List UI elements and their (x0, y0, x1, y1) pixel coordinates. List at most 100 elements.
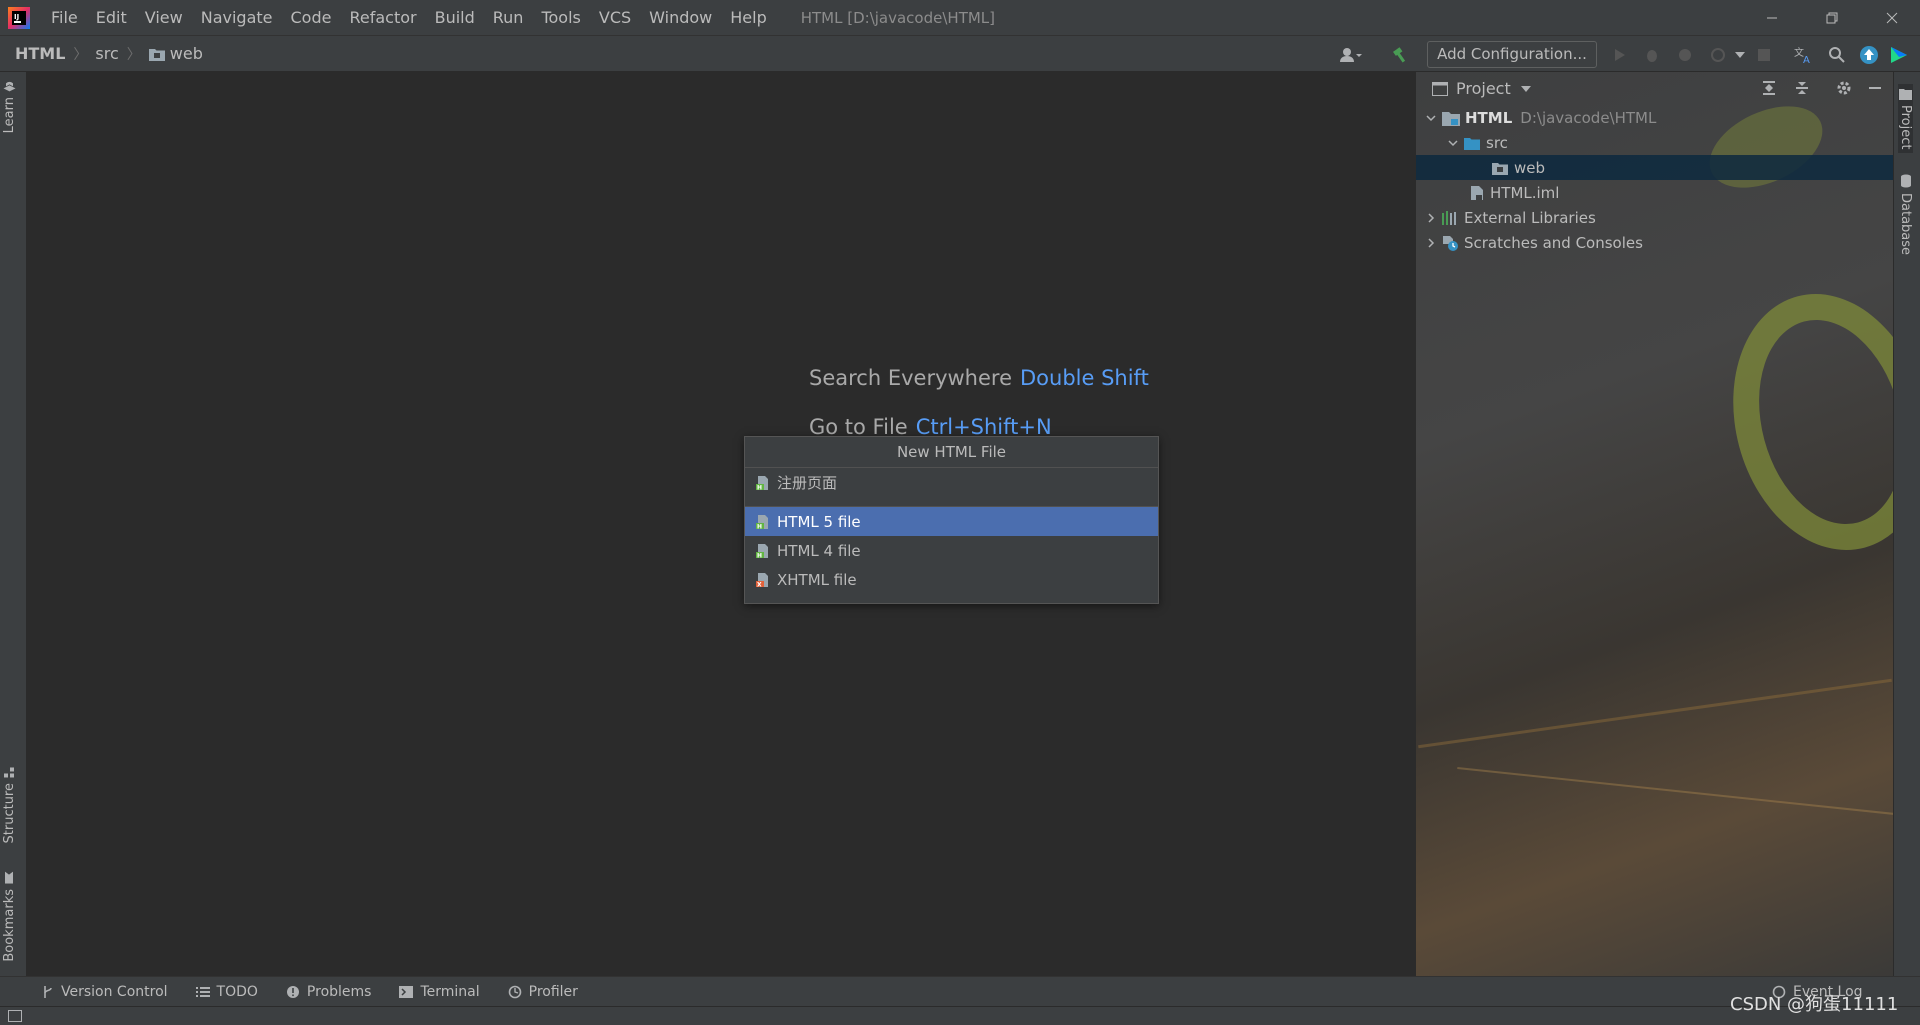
version-control-tab[interactable]: Version Control (42, 984, 168, 1000)
breadcrumb-separator-icon: 〉 (73, 46, 88, 63)
breadcrumb-separator-icon: 〉 (126, 46, 141, 63)
popup-recent-label: 注册页面 (777, 474, 838, 492)
todo-tab[interactable]: TODO (195, 984, 258, 1000)
project-tab-label: Project (1898, 105, 1913, 150)
stop-icon[interactable] (1753, 44, 1775, 66)
jetbrains-toolbox-icon[interactable] (1888, 44, 1910, 66)
menu-tools[interactable]: Tools (532, 0, 589, 35)
structure-tab-label: Structure (2, 783, 17, 844)
toggle-tool-windows-icon[interactable] (8, 1010, 22, 1022)
watermark-text: CSDN @狗蛋11111 (1730, 994, 1899, 1015)
problems-tab[interactable]: Problems (286, 984, 371, 1000)
restore-button[interactable] (1808, 0, 1856, 35)
svg-text:H: H (757, 484, 762, 491)
terminal-tab[interactable]: Terminal (399, 984, 480, 1000)
tree-item-src[interactable]: src (1416, 130, 1893, 155)
background-artwork (1418, 678, 1892, 749)
profile-icon[interactable] (1707, 44, 1729, 66)
menu-navigate[interactable]: Navigate (192, 0, 282, 35)
tree-item-label: Scratches and Consoles (1464, 233, 1643, 252)
branch-icon (42, 985, 54, 999)
module-folder-icon (1442, 110, 1460, 126)
menu-help[interactable]: Help (721, 0, 775, 35)
gear-icon[interactable] (1836, 80, 1852, 96)
profiler-icon (508, 985, 522, 999)
project-view-selector[interactable]: Project (1456, 79, 1511, 98)
hide-panel-icon[interactable] (1868, 80, 1882, 96)
html4-file-icon: H (755, 543, 771, 559)
structure-icon (4, 766, 16, 778)
tab-label: Profiler (528, 983, 578, 1000)
learn-tab-label: Learn (2, 97, 17, 134)
popup-recent-item[interactable]: H 注册页面 (745, 468, 1158, 497)
breadcrumb-src[interactable]: src (95, 44, 118, 63)
more-run-chevron-down-icon[interactable] (1729, 44, 1751, 66)
close-button[interactable] (1868, 0, 1916, 35)
menu-view[interactable]: View (136, 0, 192, 35)
tree-item-label: web (1514, 158, 1546, 177)
popup-item-xhtml[interactable]: X XHTML file (745, 565, 1158, 594)
add-configuration-button[interactable]: Add Configuration... (1427, 41, 1597, 68)
menu-vcs[interactable]: VCS (590, 0, 640, 35)
popup-item-html5[interactable]: H HTML 5 file (745, 507, 1158, 536)
breadcrumb: HTML 〉 src 〉 web (15, 44, 203, 64)
tree-item-external-libraries[interactable]: External Libraries (1416, 205, 1893, 230)
chevron-down-icon[interactable] (1424, 111, 1438, 125)
popup-separator (745, 497, 1158, 507)
menu-code[interactable]: Code (282, 0, 341, 35)
background-artwork (1457, 767, 1893, 819)
collapse-all-icon[interactable] (1794, 80, 1810, 96)
list-icon (195, 986, 210, 998)
coverage-icon[interactable] (1674, 44, 1696, 66)
bottom-tool-window-bar: Version Control TODO Problems Terminal P… (0, 976, 1920, 1006)
chevron-down-icon[interactable] (1446, 136, 1460, 150)
chevron-right-icon[interactable] (1424, 211, 1438, 225)
tree-item-scratches[interactable]: Scratches and Consoles (1416, 230, 1893, 255)
build-hammer-icon[interactable] (1390, 44, 1412, 66)
project-view-chevron-down-icon[interactable] (1520, 85, 1531, 93)
scratches-icon (1442, 235, 1458, 251)
database-tab[interactable]: Database (1898, 174, 1913, 255)
translate-icon[interactable]: 文A (1793, 44, 1815, 66)
popup-item-label: XHTML file (777, 570, 857, 589)
project-tab[interactable]: Project (1898, 84, 1913, 154)
tree-item-label: HTML (1465, 108, 1513, 127)
chevron-right-icon[interactable] (1424, 236, 1438, 250)
source-folder-icon (1464, 136, 1480, 150)
search-icon[interactable] (1826, 44, 1848, 66)
popup-item-label: HTML 4 file (777, 541, 861, 560)
run-icon[interactable] (1608, 44, 1630, 66)
menu-file[interactable]: File (42, 0, 87, 35)
debug-icon[interactable] (1641, 44, 1663, 66)
popup-item-html4[interactable]: H HTML 4 file (745, 536, 1158, 565)
project-tool-window: Project HTML D:\javacode\HTML src web HT… (1415, 72, 1893, 976)
menu-run[interactable]: Run (484, 0, 533, 35)
database-icon (1900, 174, 1912, 188)
breadcrumb-project[interactable]: HTML (15, 44, 65, 63)
update-icon[interactable] (1858, 44, 1880, 66)
profiler-tab[interactable]: Profiler (508, 984, 578, 1000)
tree-item-project-root[interactable]: HTML D:\javacode\HTML (1416, 105, 1893, 130)
terminal-icon (399, 985, 414, 998)
tree-item-iml[interactable]: HTML.iml (1416, 180, 1893, 205)
svg-text:H: H (757, 523, 762, 530)
menu-edit[interactable]: Edit (87, 0, 136, 35)
learn-tab[interactable]: Learn (2, 80, 17, 133)
bookmarks-tab[interactable]: Bookmarks (2, 872, 17, 962)
structure-tab[interactable]: Structure (2, 766, 17, 843)
menu-window[interactable]: Window (640, 0, 721, 35)
minimize-button[interactable] (1748, 0, 1796, 35)
menu-refactor[interactable]: Refactor (340, 0, 425, 35)
folder-icon (1899, 88, 1912, 100)
user-account-icon[interactable] (1340, 44, 1362, 66)
menu-build[interactable]: Build (426, 0, 484, 35)
expand-all-icon[interactable] (1761, 80, 1777, 96)
tree-item-web[interactable]: web (1416, 155, 1893, 180)
html-file-icon: H (755, 475, 771, 491)
info-icon (286, 985, 300, 999)
intellij-logo-icon: IJ (8, 6, 30, 29)
bookmarks-tab-label: Bookmarks (2, 889, 17, 962)
editor-empty-area[interactable]: Search Everywhere Double Shift Go to File… (27, 72, 1415, 976)
project-view-icon (1432, 81, 1448, 96)
breadcrumb-web[interactable]: web (170, 44, 203, 63)
